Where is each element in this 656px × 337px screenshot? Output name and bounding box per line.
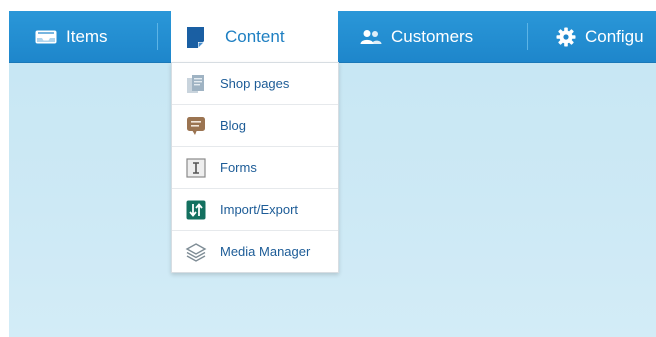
menu-item-label: Shop pages [220, 76, 290, 91]
menu-item-label: Forms [220, 160, 257, 175]
menu-item-label: Media Manager [220, 244, 311, 259]
nav-divider [157, 23, 158, 50]
pages-icon [185, 73, 207, 95]
menu-item-import-export[interactable]: Import/Export [172, 189, 338, 231]
users-icon [360, 29, 382, 45]
menu-item-label: Import/Export [220, 202, 299, 217]
import-export-icon [185, 199, 207, 221]
nav-customers[interactable]: Customers [360, 11, 473, 62]
menu-item-media-manager[interactable]: Media Manager [172, 231, 338, 272]
nav-items-label: Items [66, 26, 108, 46]
nav-customers-label: Customers [391, 26, 474, 46]
speech-bubble-icon [185, 115, 207, 137]
nav-configuration-label: Configu [585, 26, 644, 46]
nav-divider [527, 23, 528, 50]
text-cursor-icon [185, 157, 207, 179]
menu-item-blog[interactable]: Blog [172, 105, 338, 147]
gear-icon [556, 27, 576, 47]
nav-items[interactable]: Items [35, 11, 108, 62]
menu-item-shop-pages[interactable]: Shop pages [172, 63, 338, 105]
menu-item-label: Blog [220, 118, 247, 133]
document-icon [187, 26, 204, 48]
inbox-tray-icon [35, 30, 57, 44]
content-dropdown-menu: Shop pages Blog Forms Import/Export Medi… [171, 62, 339, 273]
layers-icon [185, 241, 207, 263]
nav-content-label: Content [225, 27, 285, 46]
nav-content[interactable]: Content [171, 11, 338, 63]
nav-configuration[interactable]: Configu [556, 11, 644, 62]
menu-item-forms[interactable]: Forms [172, 147, 338, 189]
